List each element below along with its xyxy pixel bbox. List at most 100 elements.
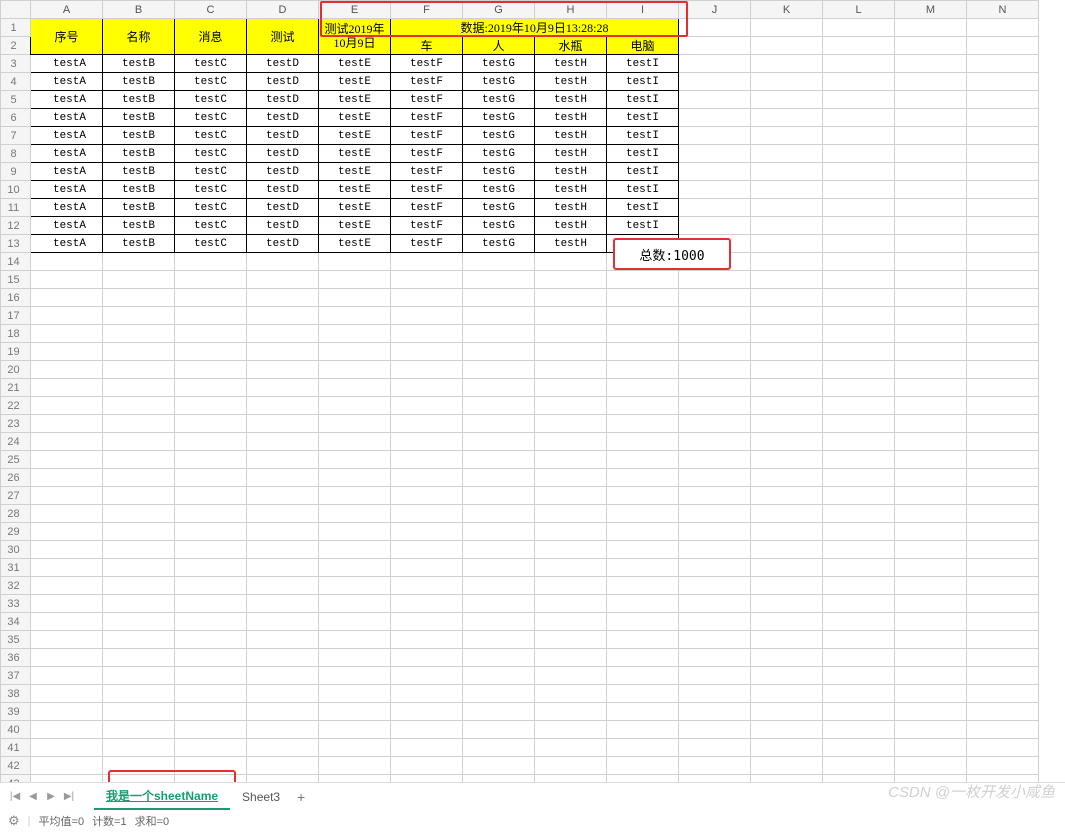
cell[interactable] — [31, 379, 103, 397]
cell[interactable] — [175, 523, 247, 541]
cell[interactable] — [175, 379, 247, 397]
cell[interactable] — [967, 649, 1039, 667]
cell[interactable] — [535, 415, 607, 433]
data-cell[interactable]: testI — [607, 181, 679, 199]
cell[interactable] — [319, 541, 391, 559]
cell[interactable] — [895, 469, 967, 487]
data-cell[interactable]: testG — [463, 109, 535, 127]
cell[interactable] — [247, 541, 319, 559]
row-header[interactable]: 5 — [1, 91, 31, 109]
data-cell[interactable]: testC — [175, 217, 247, 235]
row-header[interactable]: 24 — [1, 433, 31, 451]
cell[interactable] — [103, 289, 175, 307]
cell[interactable] — [607, 559, 679, 577]
cell[interactable] — [463, 343, 535, 361]
cell[interactable] — [535, 613, 607, 631]
cell[interactable] — [463, 271, 535, 289]
nav-first-button[interactable]: |◀ — [6, 788, 24, 806]
cell[interactable] — [895, 595, 967, 613]
cell[interactable] — [823, 775, 895, 783]
row-header[interactable]: 22 — [1, 397, 31, 415]
cell[interactable] — [823, 649, 895, 667]
cell[interactable] — [103, 577, 175, 595]
cell[interactable] — [391, 595, 463, 613]
cell[interactable] — [895, 397, 967, 415]
data-cell[interactable]: testH — [535, 109, 607, 127]
cell[interactable] — [679, 145, 751, 163]
cell[interactable] — [391, 577, 463, 595]
cell[interactable] — [679, 559, 751, 577]
cell[interactable] — [823, 145, 895, 163]
cell[interactable] — [31, 631, 103, 649]
cell[interactable] — [391, 721, 463, 739]
data-cell[interactable]: testB — [103, 181, 175, 199]
cell[interactable] — [751, 181, 823, 199]
cell[interactable] — [823, 703, 895, 721]
cell[interactable] — [175, 739, 247, 757]
data-cell[interactable]: testF — [391, 181, 463, 199]
cell[interactable] — [607, 343, 679, 361]
cell[interactable] — [823, 181, 895, 199]
data-cell[interactable]: testI — [607, 145, 679, 163]
cell[interactable] — [679, 703, 751, 721]
cell[interactable] — [823, 613, 895, 631]
cell[interactable] — [31, 595, 103, 613]
cell[interactable] — [175, 631, 247, 649]
cell[interactable] — [967, 433, 1039, 451]
row-header[interactable]: 16 — [1, 289, 31, 307]
cell[interactable] — [31, 361, 103, 379]
cell[interactable] — [823, 559, 895, 577]
column-header[interactable]: I — [607, 1, 679, 19]
cell[interactable] — [967, 217, 1039, 235]
cell[interactable] — [751, 505, 823, 523]
data-cell[interactable]: testB — [103, 145, 175, 163]
cell[interactable] — [967, 271, 1039, 289]
data-cell[interactable]: testH — [535, 163, 607, 181]
data-cell[interactable]: testA — [31, 91, 103, 109]
cell[interactable] — [967, 163, 1039, 181]
data-cell[interactable]: testH — [535, 217, 607, 235]
data-cell[interactable]: testD — [247, 163, 319, 181]
cell[interactable] — [895, 775, 967, 783]
cell[interactable] — [391, 307, 463, 325]
cell[interactable] — [751, 37, 823, 55]
cell[interactable] — [679, 505, 751, 523]
cell[interactable] — [607, 487, 679, 505]
cell[interactable] — [679, 397, 751, 415]
data-cell[interactable]: testG — [463, 145, 535, 163]
cell[interactable] — [607, 451, 679, 469]
cell[interactable] — [247, 505, 319, 523]
cell[interactable] — [463, 451, 535, 469]
cell[interactable] — [823, 505, 895, 523]
cell[interactable] — [751, 199, 823, 217]
cell[interactable] — [391, 451, 463, 469]
cell[interactable] — [607, 775, 679, 783]
data-cell[interactable]: testH — [535, 55, 607, 73]
cell[interactable] — [463, 577, 535, 595]
cell[interactable] — [463, 487, 535, 505]
cell[interactable] — [247, 307, 319, 325]
cell[interactable] — [895, 613, 967, 631]
data-cell[interactable]: testI — [607, 91, 679, 109]
data-cell[interactable]: testD — [247, 109, 319, 127]
cell[interactable] — [823, 19, 895, 37]
cell[interactable] — [103, 775, 175, 783]
cell[interactable] — [823, 757, 895, 775]
cell[interactable] — [751, 289, 823, 307]
cell[interactable] — [247, 469, 319, 487]
cell[interactable] — [175, 451, 247, 469]
data-cell[interactable]: testC — [175, 73, 247, 91]
cell[interactable] — [103, 721, 175, 739]
cell[interactable] — [31, 325, 103, 343]
data-cell[interactable]: testC — [175, 181, 247, 199]
header-cell[interactable]: 名称 — [103, 19, 175, 55]
cell[interactable] — [823, 253, 895, 271]
cell[interactable] — [607, 613, 679, 631]
row-header[interactable]: 2 — [1, 37, 31, 55]
cell[interactable] — [751, 109, 823, 127]
cell[interactable] — [823, 667, 895, 685]
cell[interactable] — [967, 541, 1039, 559]
cell[interactable] — [967, 505, 1039, 523]
cell[interactable] — [751, 397, 823, 415]
row-header[interactable]: 32 — [1, 577, 31, 595]
